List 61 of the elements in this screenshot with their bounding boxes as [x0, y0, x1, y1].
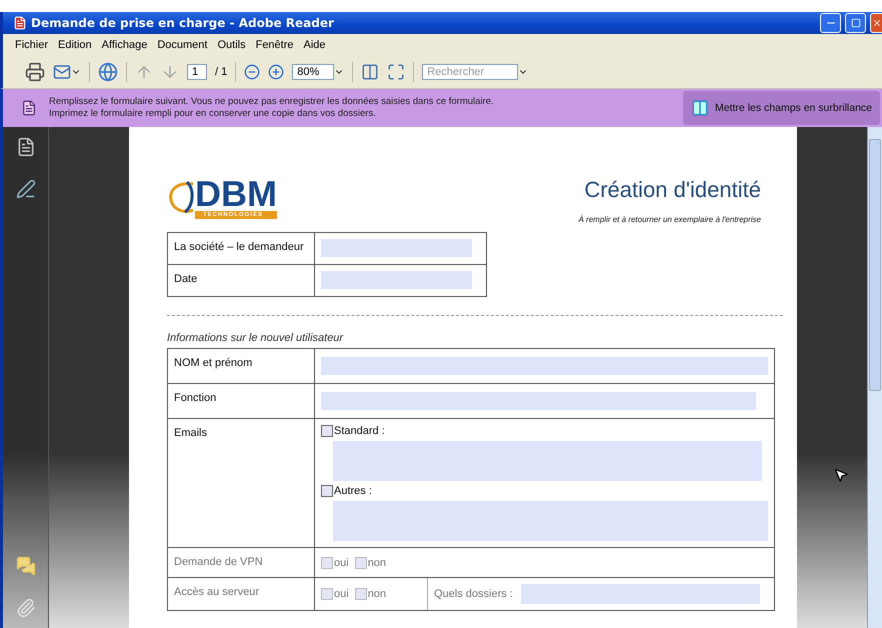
- mail-icon: [53, 63, 71, 81]
- text-field[interactable]: [520, 584, 760, 604]
- next-page-button[interactable]: [161, 63, 179, 81]
- instruction-text: À remplir et à retourner un exemplaire à l'entreprise: [578, 215, 761, 224]
- checkbox[interactable]: non: [354, 556, 386, 568]
- field-label: Fonction: [168, 384, 315, 418]
- menu-item[interactable]: Fenêtre: [256, 39, 294, 51]
- text-field[interactable]: [321, 271, 472, 289]
- field-label: Date: [168, 265, 315, 296]
- menu-item[interactable]: Fichier: [15, 39, 48, 51]
- text-field[interactable]: [333, 441, 762, 481]
- print-button[interactable]: [25, 62, 45, 82]
- zoom-field[interactable]: 80%: [292, 64, 334, 80]
- checkbox[interactable]: oui: [321, 588, 349, 600]
- field-label: Emails: [168, 419, 315, 547]
- close-icon: [872, 18, 882, 28]
- pdf-icon: [13, 16, 27, 30]
- maximize-icon: [850, 18, 860, 28]
- mail-button[interactable]: [53, 63, 81, 81]
- window-title: Demande de prise en charge - Adobe Reader: [31, 16, 335, 30]
- checkbox[interactable]: Autres :: [321, 485, 768, 497]
- menu-item[interactable]: Outils: [217, 39, 246, 51]
- highlight-fields-button[interactable]: Mettre les champs en surbrillance: [683, 91, 880, 125]
- text-field[interactable]: [321, 239, 472, 257]
- close-button[interactable]: [870, 13, 882, 33]
- checkbox[interactable]: non: [354, 588, 386, 600]
- notice-text: Remplissez le formulaire suivant. Vous ne pouvez pas enregistrer les données saisies dans ce formulaire. Imprimez le formulaire rempli pour en conserver une copie dans vos dossiers.: [49, 96, 495, 120]
- fit-width-button[interactable]: [361, 63, 380, 81]
- field-label: NOM et prénom: [168, 349, 315, 383]
- pen-icon[interactable]: [16, 179, 36, 199]
- form-icon: [21, 100, 37, 116]
- mouse-pointer-icon: [833, 467, 849, 483]
- maximize-button[interactable]: [845, 13, 866, 33]
- text-field[interactable]: [321, 392, 756, 410]
- zoom-in-button[interactable]: [268, 64, 284, 80]
- paperclip-icon[interactable]: [16, 598, 36, 618]
- field-label: Accès au serveur: [168, 578, 315, 610]
- field-label: Demande de VPN: [168, 548, 315, 577]
- page-total: / 1: [215, 66, 228, 78]
- checkbox[interactable]: Standard :: [321, 425, 768, 437]
- field-label: Quels dossiers :: [434, 588, 513, 600]
- menu-item[interactable]: Affichage: [102, 39, 148, 51]
- page-field[interactable]: 1: [187, 64, 207, 80]
- section-heading: Informations sur le nouvel utilisateur: [167, 332, 344, 344]
- text-field[interactable]: [321, 357, 768, 375]
- previous-page-button[interactable]: [135, 63, 153, 81]
- fit-page-button[interactable]: [387, 63, 406, 81]
- text-field[interactable]: [333, 501, 768, 541]
- minimize-button[interactable]: [820, 13, 841, 33]
- menu-item[interactable]: Edition: [58, 39, 92, 51]
- pages-icon[interactable]: [16, 137, 36, 157]
- scrollbar[interactable]: [867, 127, 882, 628]
- fields-icon: [691, 99, 710, 117]
- comments-icon[interactable]: [16, 556, 36, 576]
- menu-item[interactable]: Document: [157, 39, 208, 51]
- menu-item[interactable]: Aide: [304, 39, 326, 51]
- checkbox[interactable]: oui: [321, 556, 349, 568]
- field-label: La société – le demandeur: [168, 233, 315, 264]
- document-title: Création d'identité: [584, 177, 761, 203]
- zoom-out-button[interactable]: [244, 64, 260, 80]
- globe-button[interactable]: [98, 62, 118, 82]
